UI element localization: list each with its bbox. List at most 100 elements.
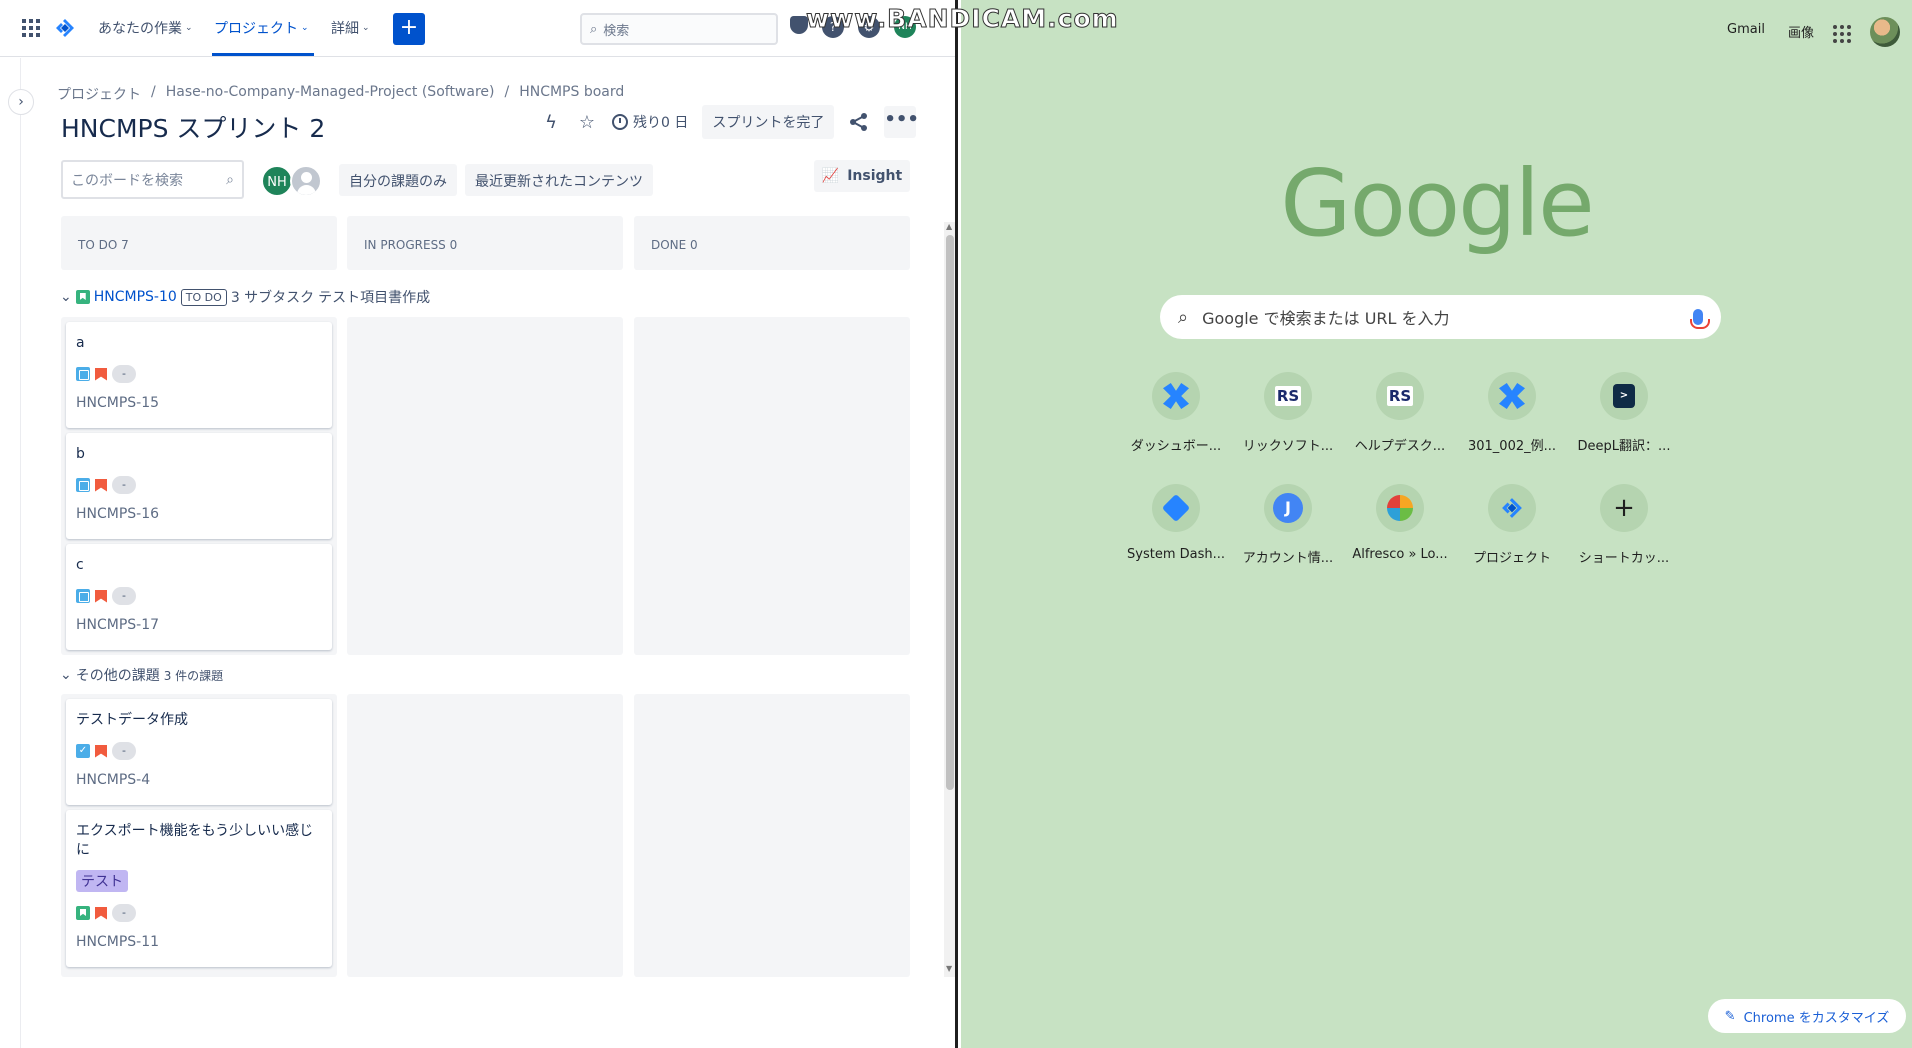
- screen: あなたの作業 ⌄ プロジェクト ⌄ 詳細 ⌄ + ⌕ 検索 ? ⚙ NH › プロジェ…: [0, 0, 1912, 1048]
- card-summary: エクスポート機能をもう少しいい感じに: [76, 823, 314, 858]
- only-my-issues-filter[interactable]: 自分の課題のみ: [339, 164, 457, 196]
- search-icon: ⌕: [590, 21, 598, 37]
- shortcut-icon-circle: RS: [1264, 372, 1312, 420]
- automation-lightning-icon[interactable]: ϟ: [540, 112, 562, 133]
- subtask-icon: [76, 367, 90, 381]
- board-search-placeholder: このボードを検索: [71, 172, 183, 189]
- card-key[interactable]: HNCMPS-11: [76, 934, 322, 950]
- shortcut-tile[interactable]: System Dash...: [1120, 484, 1232, 562]
- card-key[interactable]: HNCMPS-15: [76, 395, 322, 411]
- shortcut-icon-circle: [1488, 372, 1536, 420]
- priority-icon: [95, 906, 107, 920]
- search-placeholder: 検索: [603, 23, 630, 39]
- nav-your-work[interactable]: あなたの作業 ⌄: [98, 18, 193, 38]
- recently-updated-filter[interactable]: 最近更新されたコンテンツ: [465, 164, 653, 196]
- shortcut-tile[interactable]: Alfresco » Lo...: [1344, 484, 1456, 562]
- chevron-down-icon[interactable]: ⌄: [60, 667, 72, 683]
- card-summary: c: [76, 557, 84, 573]
- board-scrollbar-thumb[interactable]: [946, 235, 954, 790]
- nav-your-work-label: あなたの作業: [98, 21, 182, 37]
- story-icon: [76, 906, 90, 920]
- priority-icon: [95, 367, 107, 381]
- customize-chrome-button[interactable]: ✎ Chrome をカスタマイズ: [1708, 999, 1906, 1033]
- card-meta: -: [76, 365, 322, 383]
- priority-icon: [95, 744, 107, 758]
- customize-label: Chrome をカスタマイズ: [1743, 1010, 1890, 1026]
- card-key[interactable]: HNCMPS-4: [76, 772, 322, 788]
- scroll-down-arrow-icon[interactable]: ▼: [946, 964, 952, 973]
- insight-button[interactable]: 📈 Insight: [814, 160, 910, 192]
- column-todo: TO DO 7: [61, 216, 337, 270]
- shortcut-tile[interactable]: 301_002_例...: [1456, 372, 1568, 454]
- lane-done-bg[interactable]: [634, 694, 910, 977]
- account-avatar[interactable]: [1870, 17, 1900, 47]
- breadcrumb-projects[interactable]: プロジェクト: [57, 84, 141, 104]
- app-switcher-icon[interactable]: [22, 19, 40, 37]
- confluence-icon: [1163, 383, 1189, 409]
- sprint-header-actions: ϟ ☆ 残り0 日 スプリントを完了 •••: [540, 105, 919, 139]
- plus-icon: +: [1613, 493, 1635, 523]
- chevron-down-icon: ⌄: [185, 23, 193, 33]
- issue-card[interactable]: テストデータ作成 ✓ - HNCMPS-4: [66, 699, 332, 805]
- issue-card[interactable]: a - HNCMPS-15: [66, 322, 332, 428]
- star-icon[interactable]: ☆: [576, 112, 598, 133]
- rs-icon: RS: [1386, 386, 1414, 406]
- card-key[interactable]: HNCMPS-17: [76, 617, 322, 633]
- shortcut-label: ダッシュボー...: [1130, 439, 1222, 454]
- avatar-unassigned[interactable]: [290, 165, 322, 197]
- create-button[interactable]: +: [393, 13, 425, 45]
- nav-projects-label: プロジェクト: [214, 21, 298, 37]
- jira-logo-icon[interactable]: [55, 18, 75, 38]
- lane-inprogress-bg[interactable]: [347, 317, 623, 655]
- shortcut-tile[interactable]: J アカウント情...: [1232, 484, 1344, 566]
- card-summary: a: [76, 335, 85, 351]
- breadcrumb-project[interactable]: Hase-no-Company-Managed-Project (Softwar…: [166, 84, 495, 104]
- gmail-link[interactable]: Gmail: [1727, 22, 1765, 37]
- shortcut-tile[interactable]: RS リックソフト...: [1232, 372, 1344, 454]
- jira-window: あなたの作業 ⌄ プロジェクト ⌄ 詳細 ⌄ + ⌕ 検索 ? ⚙ NH › プロジェ…: [0, 0, 958, 1048]
- breadcrumb-board[interactable]: HNCMPS board: [519, 84, 624, 104]
- complete-sprint-button[interactable]: スプリントを完了: [702, 105, 835, 139]
- global-search-input[interactable]: ⌕ 検索: [580, 13, 778, 45]
- lane-done-bg[interactable]: [634, 317, 910, 655]
- search-placeholder: Google で検索または URL を入力: [1202, 309, 1450, 328]
- issue-card[interactable]: c - HNCMPS-17: [66, 544, 332, 650]
- jira-icon: [1502, 498, 1522, 518]
- shortcut-tile[interactable]: プロジェクト: [1456, 484, 1568, 566]
- shortcut-tile[interactable]: RS ヘルプデスク...: [1344, 372, 1456, 454]
- priority-icon: [95, 478, 107, 492]
- estimate-badge: -: [112, 904, 136, 922]
- swimlane-issue-key[interactable]: HNCMPS-10: [94, 289, 177, 305]
- swimlane-issue-count: 3 件の課題: [163, 668, 224, 683]
- chevron-down-icon[interactable]: ⌄: [60, 289, 72, 305]
- swimlane-other-issues[interactable]: ⌄ その他の課題 3 件の課題: [60, 665, 223, 685]
- lane-inprogress-bg[interactable]: [347, 694, 623, 977]
- nav-projects[interactable]: プロジェクト ⌄: [214, 18, 309, 38]
- board-search-input[interactable]: このボードを検索 ⌕: [61, 160, 244, 199]
- google-apps-icon[interactable]: [1833, 25, 1851, 43]
- images-link[interactable]: 画像: [1788, 22, 1814, 41]
- card-key[interactable]: HNCMPS-16: [76, 506, 322, 522]
- shortcut-tile[interactable]: > DeepL翻訳：...: [1568, 372, 1680, 454]
- insight-label: Insight: [847, 168, 903, 184]
- card-summary: テストデータ作成: [76, 712, 188, 728]
- microphone-icon[interactable]: [1690, 309, 1710, 329]
- scroll-up-arrow-icon[interactable]: ▲: [946, 222, 952, 231]
- add-shortcut-tile[interactable]: + ショートカッ...: [1568, 484, 1680, 566]
- swimlane-parent-issue[interactable]: ⌄ HNCMPS-10 TO DO 3 サブタスク テスト項目書作成: [60, 287, 430, 307]
- shortcut-tile[interactable]: ダッシュボー...: [1120, 372, 1232, 454]
- issue-card[interactable]: エクスポート機能をもう少しいい感じに テスト - HNCMPS-11: [66, 810, 332, 967]
- shortcut-label: プロジェクト: [1472, 551, 1551, 566]
- shortcut-icon-circle: +: [1600, 484, 1648, 532]
- issue-label: テスト: [76, 870, 128, 892]
- google-search-input[interactable]: ⌕ Google で検索または URL を入力: [1160, 295, 1721, 339]
- nav-more[interactable]: 詳細 ⌄: [331, 18, 370, 38]
- google-logo: Google: [1280, 150, 1594, 257]
- more-actions-button[interactable]: •••: [884, 106, 919, 138]
- avatar-nh[interactable]: NH: [261, 165, 293, 197]
- share-icon[interactable]: [848, 111, 870, 133]
- issue-card[interactable]: b - HNCMPS-16: [66, 433, 332, 539]
- sidebar-expand-icon[interactable]: ›: [8, 89, 34, 115]
- sidebar-divider: [20, 58, 21, 1048]
- alfresco-icon: [1387, 495, 1413, 521]
